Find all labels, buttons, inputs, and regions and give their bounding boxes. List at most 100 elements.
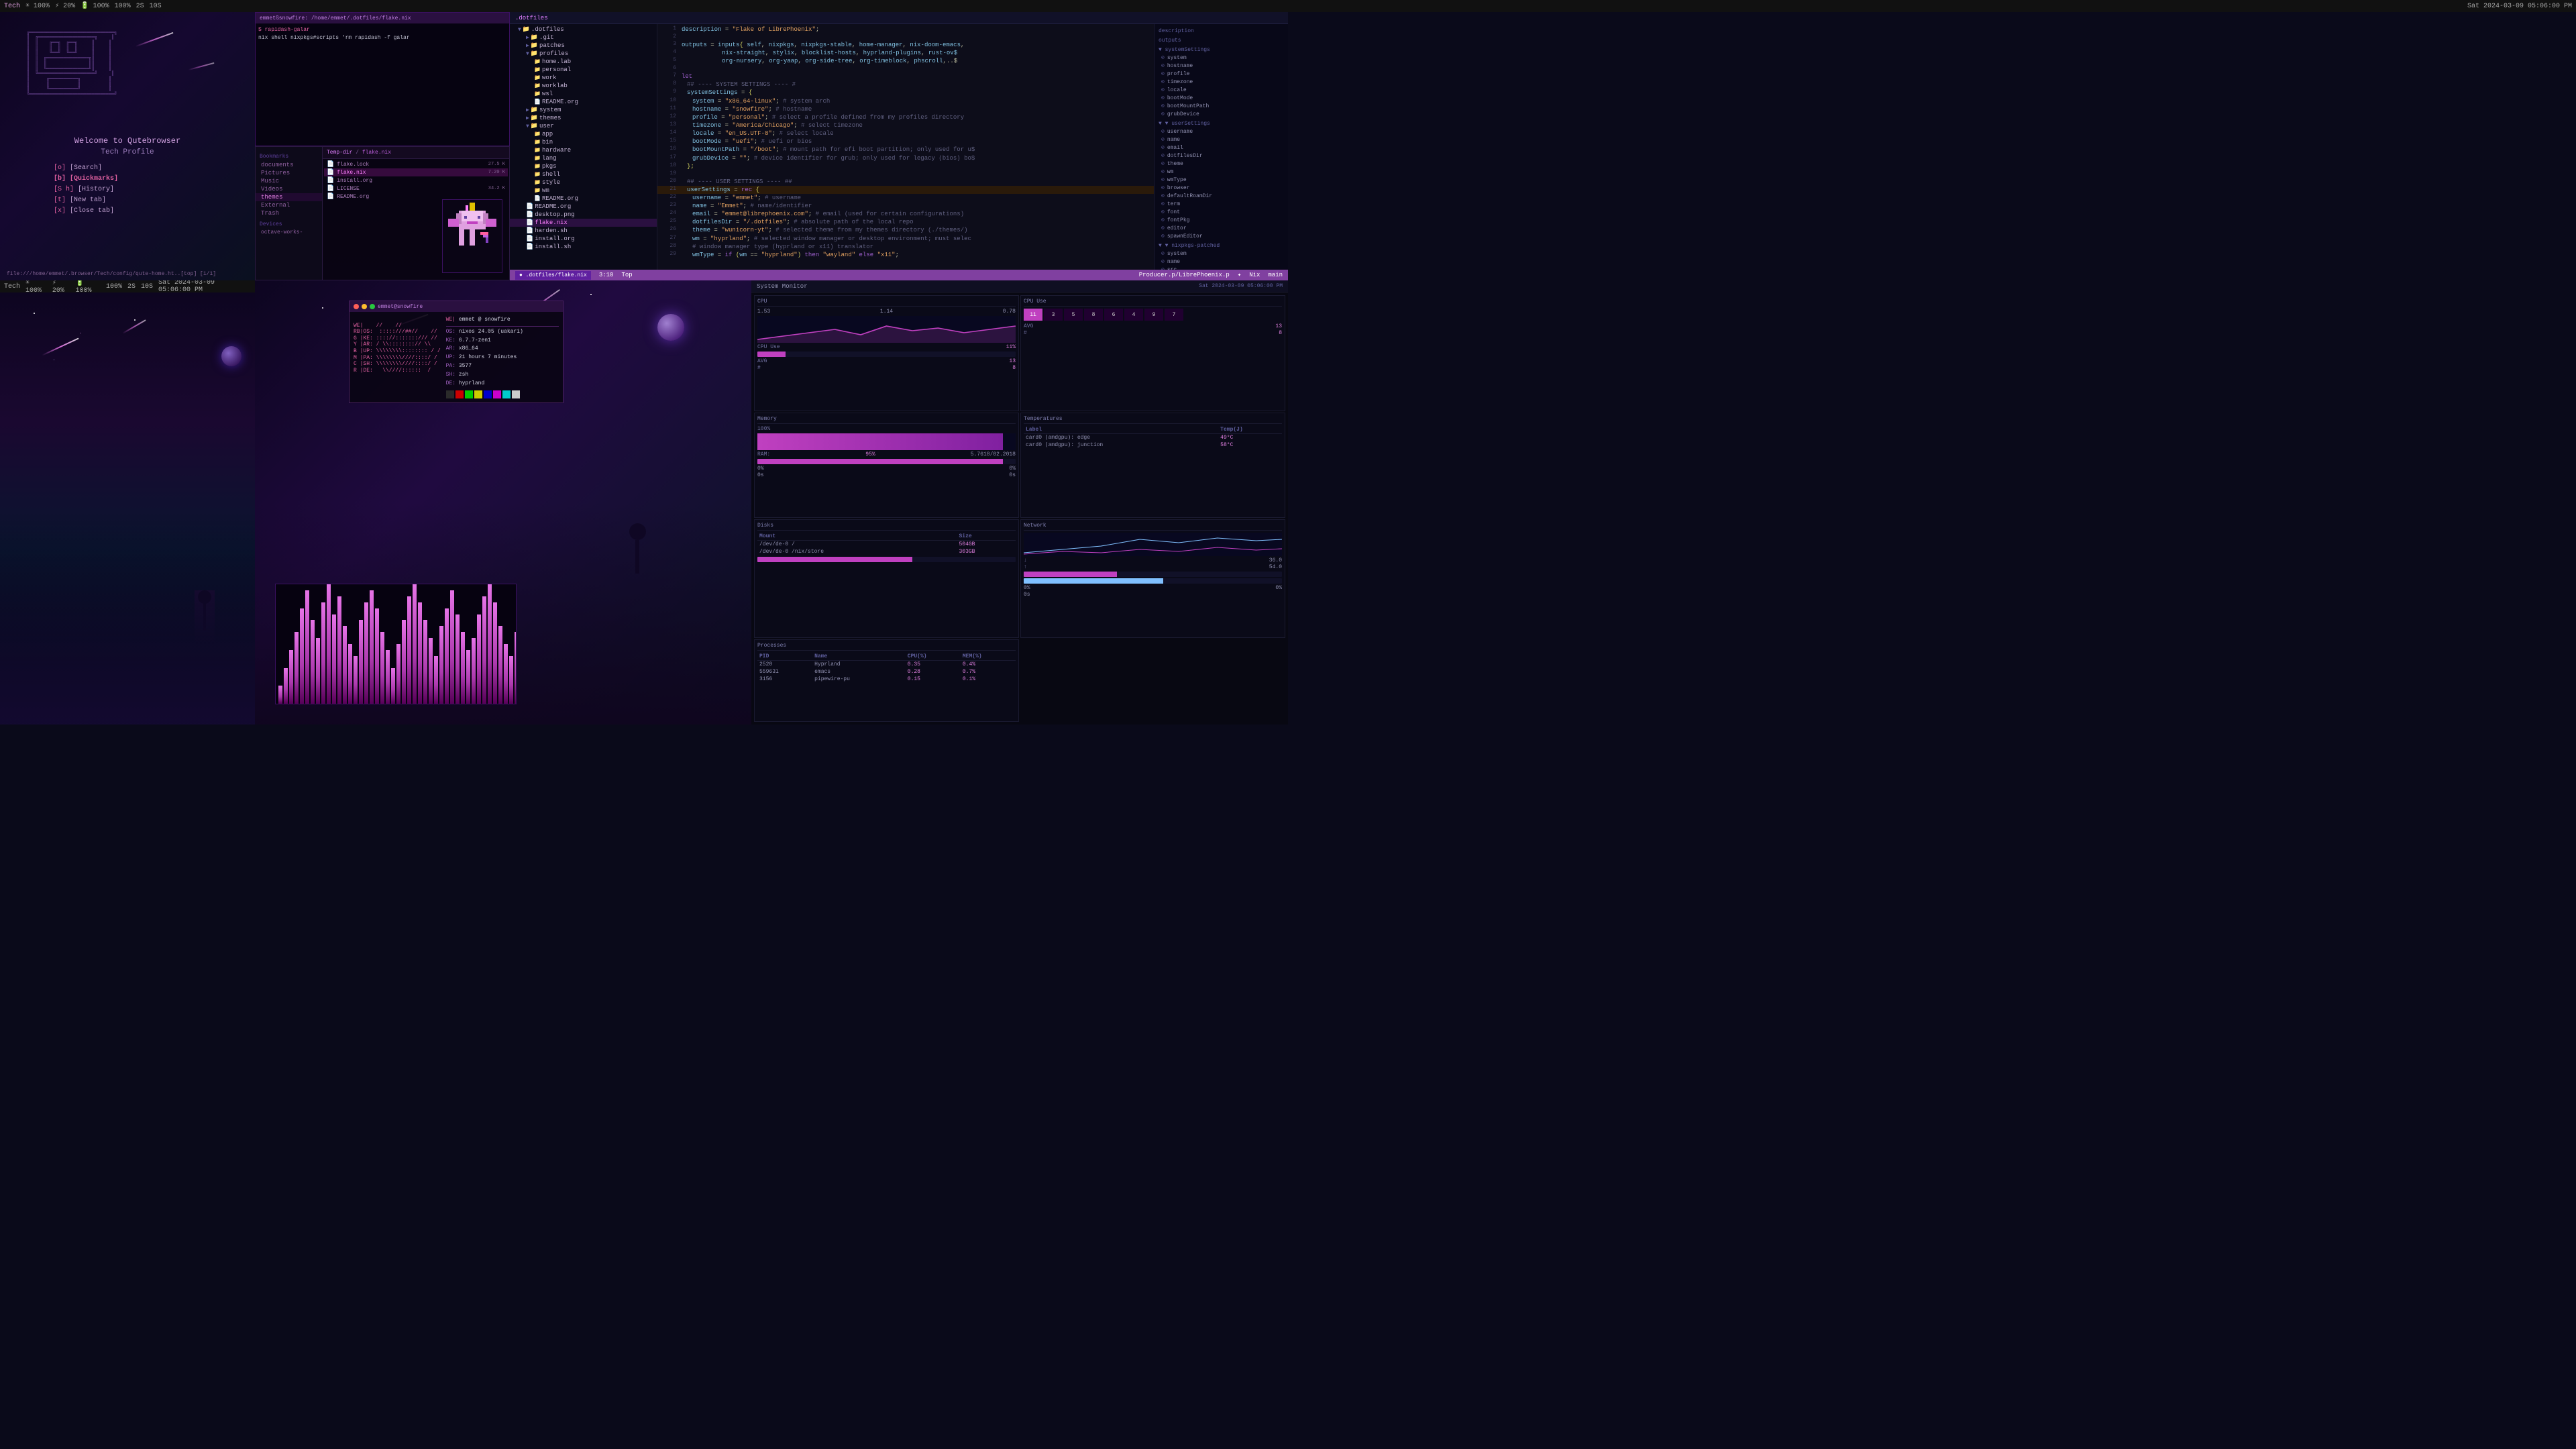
- ft-item-profiles[interactable]: ▼📁profiles: [510, 50, 657, 58]
- vis-bar: [498, 626, 502, 704]
- ft-item-installorg[interactable]: 📄install.org: [510, 235, 657, 243]
- cpu-max: 0.78: [1003, 309, 1016, 315]
- vis-bar: [278, 686, 282, 704]
- ft-item-personal[interactable]: 📁personal: [510, 66, 657, 74]
- vis-bar: [321, 602, 325, 704]
- ft-item-user[interactable]: ▼📁user: [510, 122, 657, 130]
- fm-sidebar-item-trash[interactable]: Trash: [256, 209, 322, 217]
- cpuuse-title: CPU Use: [1024, 299, 1282, 307]
- cpuuse-avg-row: AVG 13: [1024, 323, 1282, 329]
- rp-item-email: ⊙email: [1155, 144, 1288, 152]
- sysmon-cpu-panel: CPU 1.53 1.14 0.78 CPU Use 11%: [754, 295, 1019, 411]
- disk-size2: 303GB: [957, 548, 1016, 555]
- vis-bar: [509, 656, 513, 704]
- qb-menu-item-history[interactable]: [S h] [History]: [54, 184, 118, 195]
- cpuuse-num-val: 8: [1279, 330, 1282, 336]
- cpuuse-num-label: #: [1024, 330, 1027, 336]
- ft-item-worklab[interactable]: 📁worklab: [510, 82, 657, 90]
- ft-item-lang[interactable]: 📁lang: [510, 154, 657, 162]
- vis-bar: [466, 650, 470, 704]
- ft-item-installsh[interactable]: 📄install.sh: [510, 243, 657, 251]
- cpuuse-num-row: # 8: [1024, 330, 1282, 336]
- ft-item-hardware[interactable]: 📁hardware: [510, 146, 657, 154]
- file-tree: ▼📁.dotfiles ▶📁.git ▶📁patches ▼📁profiles …: [510, 24, 657, 270]
- memory-used: 95%: [865, 451, 875, 458]
- qb-menu-item-quickmarks[interactable]: [b] [Quickmarks]: [54, 174, 118, 184]
- code-line: 8## ---- SYSTEM SETTINGS ---- #: [657, 80, 1154, 89]
- top-bar: Tech ☀ 100% ⚡ 20% 🔋 100% 100% 2S 10S Sat…: [0, 0, 2576, 12]
- qb-menu-item-newtab[interactable]: [t] [New tab]: [54, 195, 118, 206]
- vis-bar: [300, 608, 304, 704]
- table-row: /dev/de-0 /nix/store 303GB: [757, 548, 1016, 555]
- code-editor-panel: .dotfiles ▼📁.dotfiles ▶📁.git ▶📁patches ▼…: [510, 12, 1288, 280]
- datetime: Sat 2024-03-09 05:06:00 PM: [2467, 3, 2572, 10]
- list-item[interactable]: 📄 flake.nix 7.20 K: [324, 168, 508, 176]
- ft-item-git[interactable]: ▶📁.git: [510, 34, 657, 42]
- fm-sidebar-item-music[interactable]: Music: [256, 177, 322, 185]
- ft-item-readme-dots[interactable]: 📄README.org: [510, 203, 657, 211]
- fm-sidebar-item-pictures[interactable]: Pictures: [256, 169, 322, 177]
- filemanager-panel: emmetßsnowfire: /home/emmet/.dotfiles/fl…: [255, 12, 510, 280]
- qb-menu-item-search[interactable]: [o] [Search]: [54, 163, 118, 174]
- rp-item: ⊙bootMode: [1155, 94, 1288, 102]
- memory-0pct-row: 0% 0%: [757, 466, 1016, 472]
- vis-bar: [429, 638, 433, 704]
- vis-bars: [276, 584, 516, 704]
- ft-item-style[interactable]: 📁style: [510, 178, 657, 186]
- fm-cmd: nix shell nixpkgs#scripts 'rm rapidash -…: [258, 34, 506, 42]
- ft-item-dotfiles[interactable]: ▼📁.dotfiles: [510, 25, 657, 34]
- cpu-usage-row: CPU Use 11%: [757, 344, 1016, 350]
- ft-item-wsl[interactable]: 📁wsl: [510, 90, 657, 98]
- vis-bar: [418, 602, 422, 704]
- fm-sidebar-item-external[interactable]: External: [256, 201, 322, 209]
- proc-name3: pipewire-pu: [812, 676, 906, 683]
- fm-sidebar-item-documents[interactable]: documents: [256, 161, 322, 169]
- code-statusbar: ● .dotfiles/flake.nix 3:10 Top Producer.…: [510, 270, 1288, 280]
- ft-item-patches[interactable]: ▶📁patches: [510, 42, 657, 50]
- vis-bar: [364, 602, 368, 704]
- list-item[interactable]: 📄 flake.lock 27.5 K: [324, 160, 508, 168]
- ft-item-system[interactable]: ▶📁system: [510, 106, 657, 114]
- list-item[interactable]: 📄 LICENSE 34.2 K: [324, 184, 508, 193]
- ft-item-flakenix[interactable]: 📄flake.nix: [510, 219, 657, 227]
- ft-item-bin[interactable]: 📁bin: [510, 138, 657, 146]
- disks-col-mount: Mount: [757, 533, 957, 541]
- ft-item-desktoppng[interactable]: 📄desktop.png: [510, 211, 657, 219]
- vis-bar: [305, 590, 309, 704]
- ft-item-themes[interactable]: ▶📁themes: [510, 114, 657, 122]
- fm-sidebar-item-device[interactable]: octave-works-: [256, 229, 322, 236]
- top-bar-2: Tech ☀ 100% ⚡ 20% 🔋 100% 100% 2S 10S Sat…: [0, 280, 255, 292]
- rp-item-fontpkg: ⊙fontPkg: [1155, 216, 1288, 224]
- ft-item-shell[interactable]: 📁shell: [510, 170, 657, 178]
- cpu-indicator: ☀ 100%: [25, 2, 50, 10]
- qb-menu-item-closetab[interactable]: [x] [Close tab]: [54, 206, 118, 217]
- memory-0pct: 0%: [757, 466, 764, 472]
- core-normal: 7: [1165, 309, 1183, 321]
- code-line: 29wmType = if (wm == "hyprland") then "w…: [657, 251, 1154, 259]
- rp-item: ⊙hostname: [1155, 62, 1288, 70]
- top-bar-left: Tech ☀ 100% ⚡ 20% 🔋 100% 100% 2S 10S: [4, 2, 162, 10]
- ft-item-homelab[interactable]: 📁home.lab: [510, 58, 657, 66]
- list-item[interactable]: 📄 install.org: [324, 176, 508, 184]
- ft-item-wm[interactable]: 📁wm: [510, 186, 657, 195]
- mem-indicator: 2S: [136, 3, 144, 10]
- cpu-stats-row: 1.53 1.14 0.78: [757, 309, 1016, 315]
- ft-item-app[interactable]: 📁app: [510, 130, 657, 138]
- core-highlight: 11: [1024, 309, 1042, 321]
- memory-ram-label: RAM:: [757, 451, 770, 458]
- rp-item-defaultroamdir: ⊙defaultRoamDir: [1155, 192, 1288, 200]
- memory-graph: [757, 433, 1016, 450]
- code-line: 3outputs = inputs{ self, nixpkgs, nixpkg…: [657, 41, 1154, 49]
- ft-item-hardensh[interactable]: 📄harden.sh: [510, 227, 657, 235]
- ft-item-work[interactable]: 📁work: [510, 74, 657, 82]
- table-row: 3156 pipewire-pu 0.15 0.1%: [757, 676, 1016, 683]
- temps-row-label2: card0 (amdgpu): junction: [1024, 441, 1218, 449]
- fm-sidebar-item-videos[interactable]: Videos: [256, 185, 322, 193]
- code-line: 1description = "Flake of LibrePhoenix";: [657, 25, 1154, 34]
- ft-item-readme-profiles[interactable]: 📄README.org: [510, 98, 657, 106]
- ft-item-readme-user[interactable]: 📄README.org: [510, 195, 657, 203]
- ft-item-pkgs[interactable]: 📁pkgs: [510, 162, 657, 170]
- fm-sidebar-section-devices: Devices: [256, 220, 322, 229]
- fm-sidebar-item-themes[interactable]: themes: [256, 193, 322, 201]
- table-row: 2520 Hyprland 0.35 0.4%: [757, 660, 1016, 668]
